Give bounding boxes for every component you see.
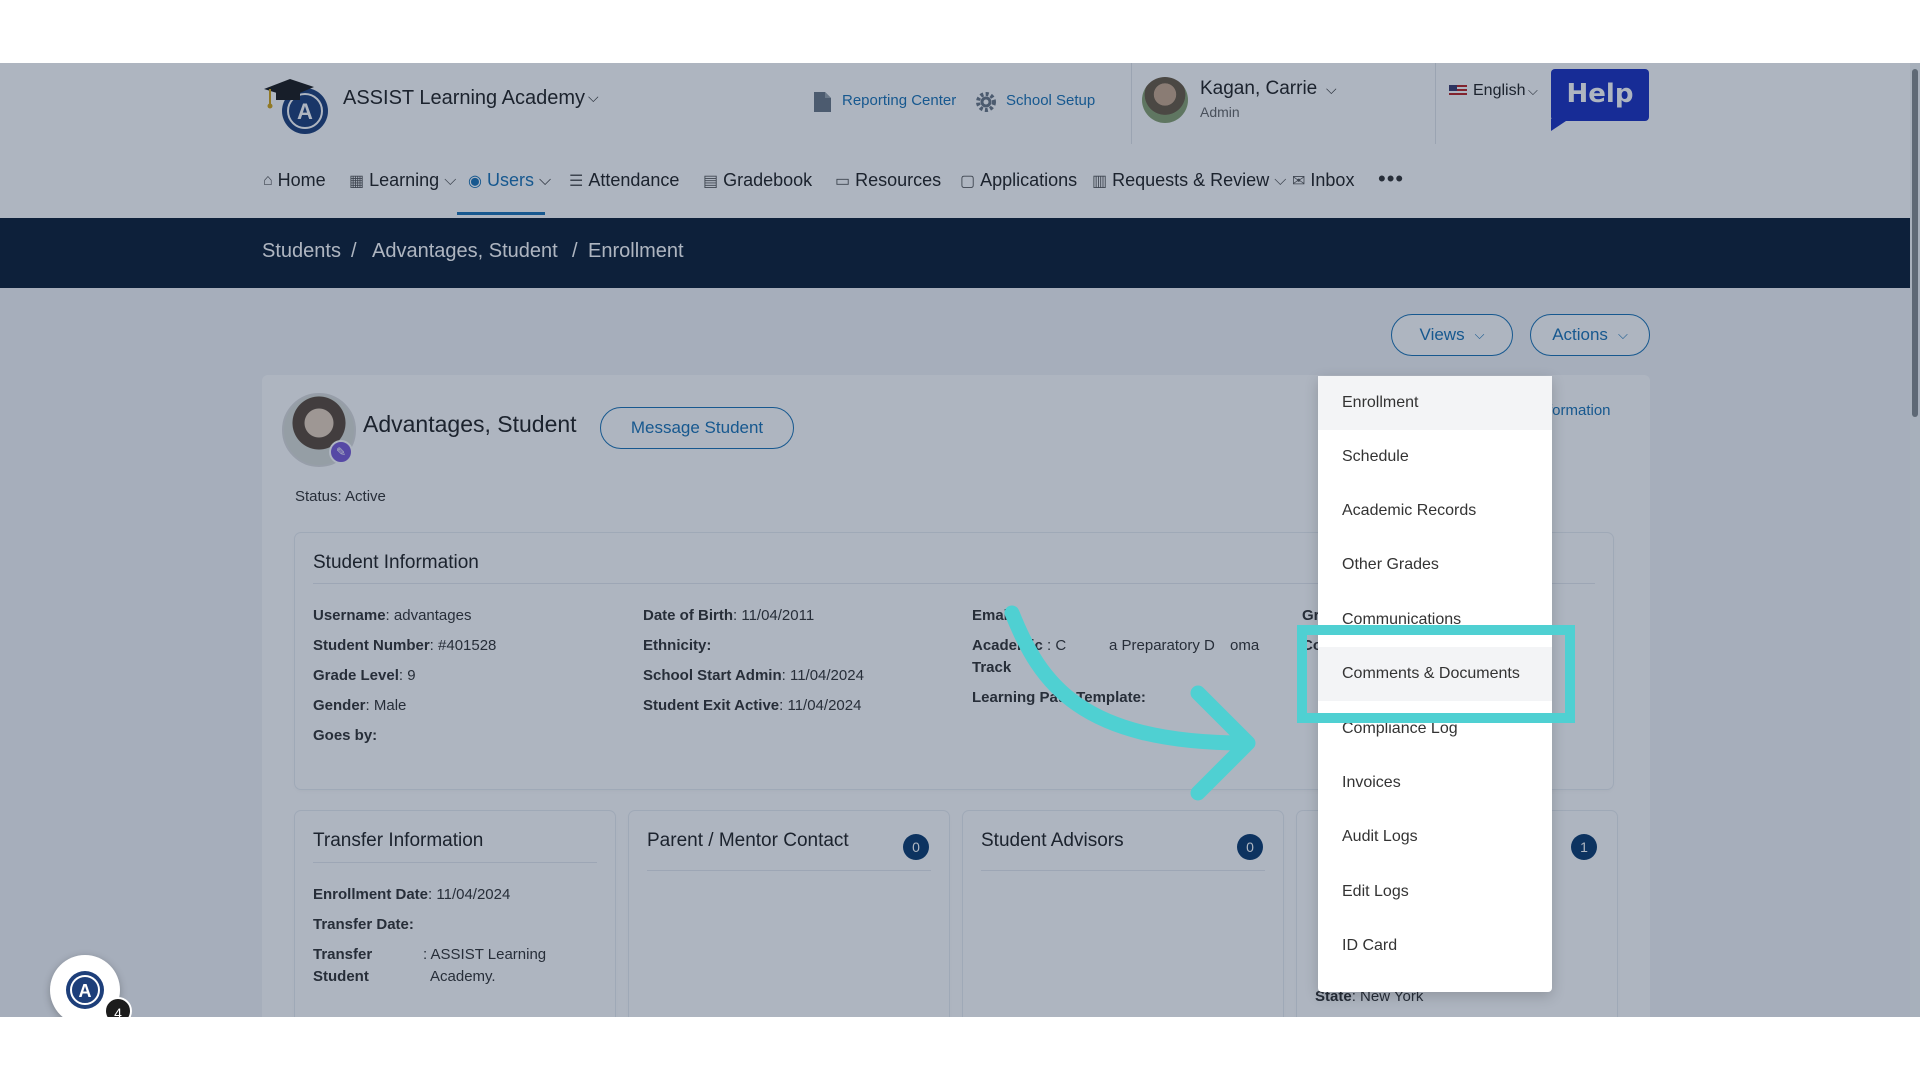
assist-logo-icon: A — [66, 971, 104, 1009]
menu-item-other-grades[interactable]: Other Grades — [1318, 538, 1552, 592]
menu-item-edit-logs[interactable]: Edit Logs — [1318, 865, 1552, 919]
pointer-arrow — [1004, 605, 1256, 801]
menu-item-academic-records[interactable]: Academic Records — [1318, 484, 1552, 538]
menu-item-enrollment[interactable]: Enrollment — [1318, 376, 1552, 430]
menu-item-id-card[interactable]: ID Card — [1318, 919, 1552, 973]
menu-item-audit-logs[interactable]: Audit Logs — [1318, 810, 1552, 864]
svg-text:A: A — [79, 981, 92, 1001]
modal-overlay — [0, 63, 1920, 1017]
menu-item-schedule[interactable]: Schedule — [1318, 430, 1552, 484]
highlight-box — [1297, 625, 1575, 723]
notification-badge: 4 — [104, 997, 132, 1017]
menu-item-invoices[interactable]: Invoices — [1318, 756, 1552, 810]
scrollbar-thumb[interactable] — [1912, 69, 1918, 417]
app-frame: A ASSIST Learning Academy ⌵ Reporting Ce… — [0, 63, 1920, 1017]
